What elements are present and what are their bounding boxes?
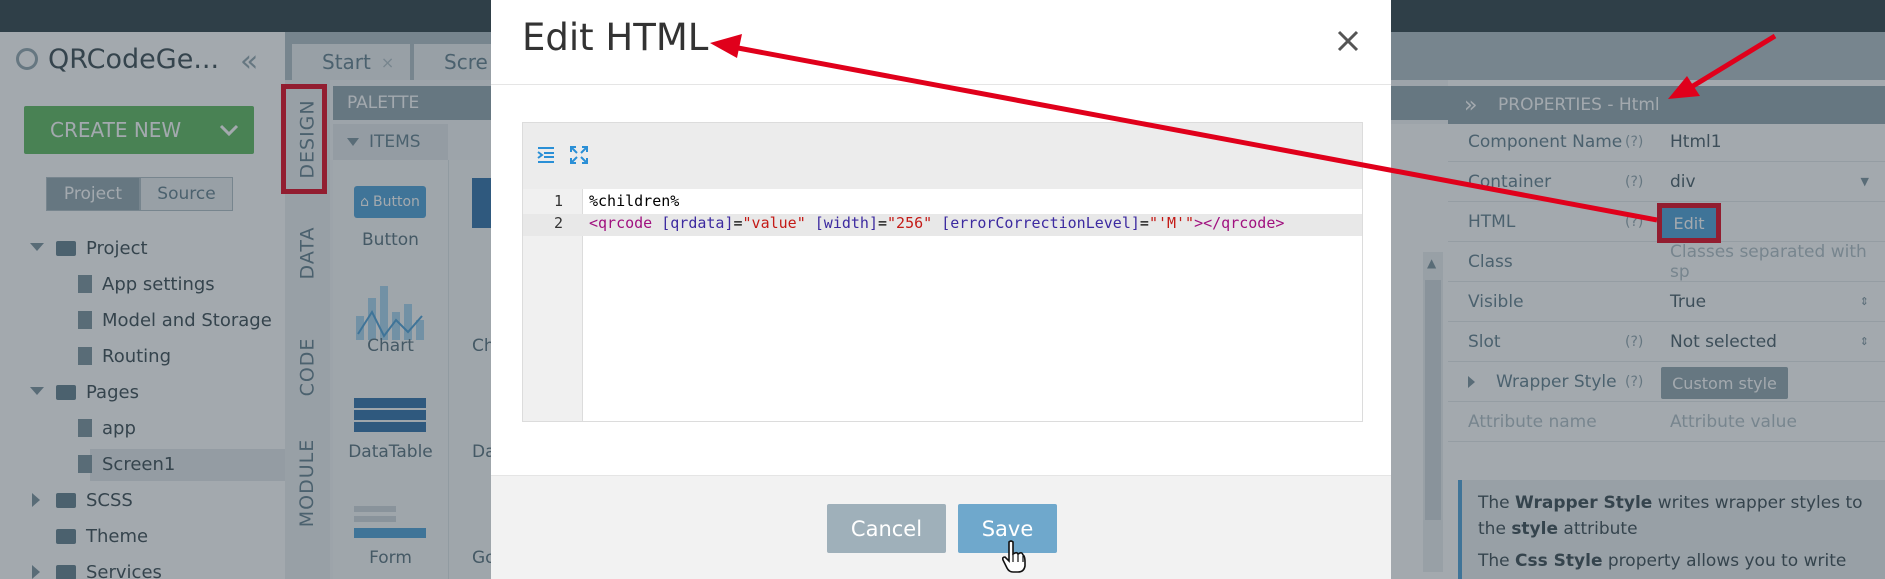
cancel-button[interactable]: Cancel [827, 504, 946, 553]
fullscreen-icon[interactable] [570, 146, 588, 164]
editor-toolbar [523, 123, 1362, 189]
app-background: QRCodeGe... « CREATE NEW Project Source … [0, 0, 1885, 579]
hand-cursor-icon [1002, 540, 1026, 573]
line-number: 2 [553, 214, 563, 232]
line-number: 1 [553, 192, 563, 210]
close-icon[interactable] [1333, 26, 1363, 56]
divider [491, 84, 1391, 85]
indent-icon[interactable] [536, 146, 556, 164]
code-line-2[interactable]: <qrcode [qrdata]="value" [width]="256" [… [589, 214, 1284, 232]
code-line-1[interactable]: %children% [589, 192, 679, 210]
dialog-title: Edit HTML [522, 16, 709, 59]
